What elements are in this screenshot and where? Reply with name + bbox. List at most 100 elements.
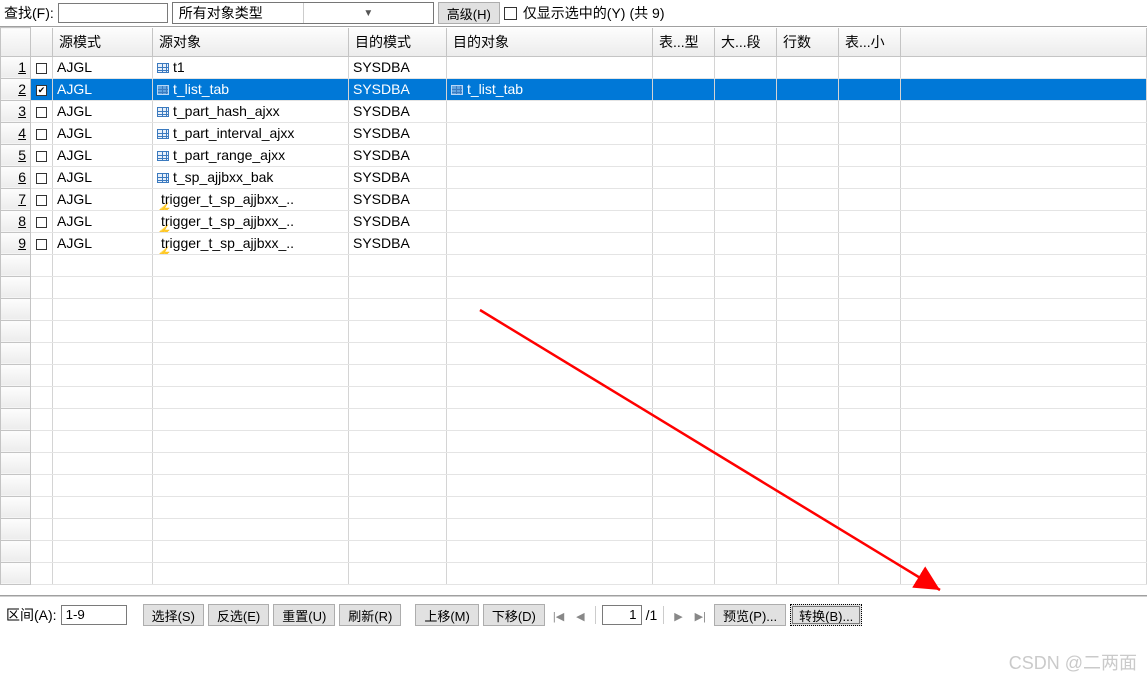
cell-big-seg[interactable] (715, 100, 777, 122)
cell-src-obj[interactable]: t_part_interval_ajxx (153, 122, 349, 144)
row-checkbox[interactable] (36, 151, 47, 162)
cell-dst-mode[interactable]: SYSDBA (349, 78, 447, 100)
cell-src-mode[interactable]: AJGL (53, 210, 153, 232)
cell-rows[interactable] (777, 188, 839, 210)
table-row[interactable]: 4AJGLt_part_interval_ajxxSYSDBA (1, 122, 1147, 144)
cell-tbl-small[interactable] (839, 232, 901, 254)
col-big-seg[interactable]: 大...段 (715, 28, 777, 57)
table-row[interactable]: 2AJGLt_list_tabSYSDBAt_list_tab (1, 78, 1147, 100)
cell-tbl-type[interactable] (653, 78, 715, 100)
row-checkbox-cell[interactable] (31, 56, 53, 78)
object-type-combo[interactable]: 所有对象类型 ▼ (172, 2, 434, 24)
cell-rows[interactable] (777, 232, 839, 254)
row-number[interactable]: 5 (1, 144, 31, 166)
cell-tbl-small[interactable] (839, 122, 901, 144)
cell-rows[interactable] (777, 56, 839, 78)
row-checkbox[interactable] (36, 63, 47, 74)
cell-rows[interactable] (777, 78, 839, 100)
cell-tbl-type[interactable] (653, 232, 715, 254)
cell-rows[interactable] (777, 144, 839, 166)
cell-tbl-small[interactable] (839, 100, 901, 122)
col-dst-obj[interactable]: 目的对象 (447, 28, 653, 57)
cell-src-obj[interactable]: trigger_t_sp_ajjbxx_.. (153, 232, 349, 254)
row-number[interactable]: 7 (1, 188, 31, 210)
table-row[interactable]: 9AJGLtrigger_t_sp_ajjbxx_..SYSDBA (1, 232, 1147, 254)
reset-button[interactable]: 重置(U) (273, 604, 335, 626)
refresh-button[interactable]: 刷新(R) (339, 604, 401, 626)
cell-src-obj[interactable]: t_part_hash_ajxx (153, 100, 349, 122)
cell-tbl-type[interactable] (653, 166, 715, 188)
cell-dst-obj[interactable] (447, 166, 653, 188)
movedown-button[interactable]: 下移(D) (483, 604, 545, 626)
cell-rows[interactable] (777, 122, 839, 144)
cell-src-mode[interactable]: AJGL (53, 144, 153, 166)
cell-dst-mode[interactable]: SYSDBA (349, 188, 447, 210)
cell-dst-mode[interactable]: SYSDBA (349, 144, 447, 166)
cell-big-seg[interactable] (715, 232, 777, 254)
cell-tbl-small[interactable] (839, 56, 901, 78)
col-check[interactable] (31, 28, 53, 57)
cell-rows[interactable] (777, 100, 839, 122)
cell-tbl-type[interactable] (653, 100, 715, 122)
cell-tbl-small[interactable] (839, 144, 901, 166)
convert-button[interactable]: 转换(B)... (790, 604, 862, 626)
cell-tbl-small[interactable] (839, 210, 901, 232)
cell-src-mode[interactable]: AJGL (53, 100, 153, 122)
cell-dst-obj[interactable] (447, 100, 653, 122)
row-checkbox-cell[interactable] (31, 210, 53, 232)
table-row[interactable]: 8AJGLtrigger_t_sp_ajjbxx_..SYSDBA (1, 210, 1147, 232)
table-row[interactable]: 7 AJGLtrigger_t_sp_ajjbxx_..SYSDBA (1, 188, 1147, 210)
cell-tbl-type[interactable] (653, 210, 715, 232)
cell-src-obj[interactable]: t1 (153, 56, 349, 78)
row-checkbox-cell[interactable] (31, 122, 53, 144)
cell-dst-obj[interactable] (447, 188, 653, 210)
row-checkbox[interactable] (36, 195, 47, 206)
row-checkbox[interactable] (36, 239, 47, 250)
cell-big-seg[interactable] (715, 166, 777, 188)
cell-big-seg[interactable] (715, 210, 777, 232)
row-checkbox-cell[interactable] (31, 188, 53, 210)
cell-dst-obj[interactable] (447, 122, 653, 144)
cell-dst-mode[interactable]: SYSDBA (349, 210, 447, 232)
cell-rows[interactable] (777, 210, 839, 232)
row-number[interactable]: 4 (1, 122, 31, 144)
row-checkbox-cell[interactable] (31, 232, 53, 254)
cell-src-obj[interactable]: trigger_t_sp_ajjbxx_.. (153, 188, 349, 210)
select-button[interactable]: 选择(S) (143, 604, 204, 626)
cell-src-mode[interactable]: AJGL (53, 232, 153, 254)
prev-page-icon[interactable]: ◀ (572, 611, 588, 623)
advanced-button[interactable]: 高级(H) (438, 2, 500, 24)
moveup-button[interactable]: 上移(M) (415, 604, 479, 626)
first-page-icon[interactable]: |◀ (549, 611, 568, 623)
col-src-mode[interactable]: 源模式 (53, 28, 153, 57)
only-selected-checkbox[interactable] (504, 7, 517, 20)
row-checkbox-cell[interactable] (31, 100, 53, 122)
search-input[interactable] (58, 3, 168, 23)
cell-dst-obj[interactable] (447, 144, 653, 166)
cell-tbl-small[interactable] (839, 166, 901, 188)
col-dst-mode[interactable]: 目的模式 (349, 28, 447, 57)
cell-big-seg[interactable] (715, 78, 777, 100)
cell-dst-obj[interactable]: t_list_tab (447, 78, 653, 100)
cell-src-obj[interactable]: trigger_t_sp_ajjbxx_.. (153, 210, 349, 232)
cell-src-mode[interactable]: AJGL (53, 166, 153, 188)
col-rownum[interactable] (1, 28, 31, 57)
last-page-icon[interactable]: ▶| (691, 611, 710, 623)
row-number[interactable]: 2 (1, 78, 31, 100)
cell-tbl-small[interactable] (839, 188, 901, 210)
row-checkbox[interactable] (36, 85, 47, 96)
row-checkbox[interactable] (36, 173, 47, 184)
cell-tbl-type[interactable] (653, 144, 715, 166)
row-number[interactable]: 9 (1, 232, 31, 254)
cell-tbl-type[interactable] (653, 122, 715, 144)
row-checkbox-cell[interactable] (31, 166, 53, 188)
cell-src-mode[interactable]: AJGL (53, 188, 153, 210)
cell-src-obj[interactable]: t_part_range_ajxx (153, 144, 349, 166)
cell-src-obj[interactable]: t_list_tab (153, 78, 349, 100)
cell-rows[interactable] (777, 166, 839, 188)
next-page-icon[interactable]: ▶ (670, 611, 686, 623)
cell-big-seg[interactable] (715, 144, 777, 166)
cell-big-seg[interactable] (715, 188, 777, 210)
cell-src-mode[interactable]: AJGL (53, 56, 153, 78)
preview-button[interactable]: 预览(P)... (714, 604, 786, 626)
